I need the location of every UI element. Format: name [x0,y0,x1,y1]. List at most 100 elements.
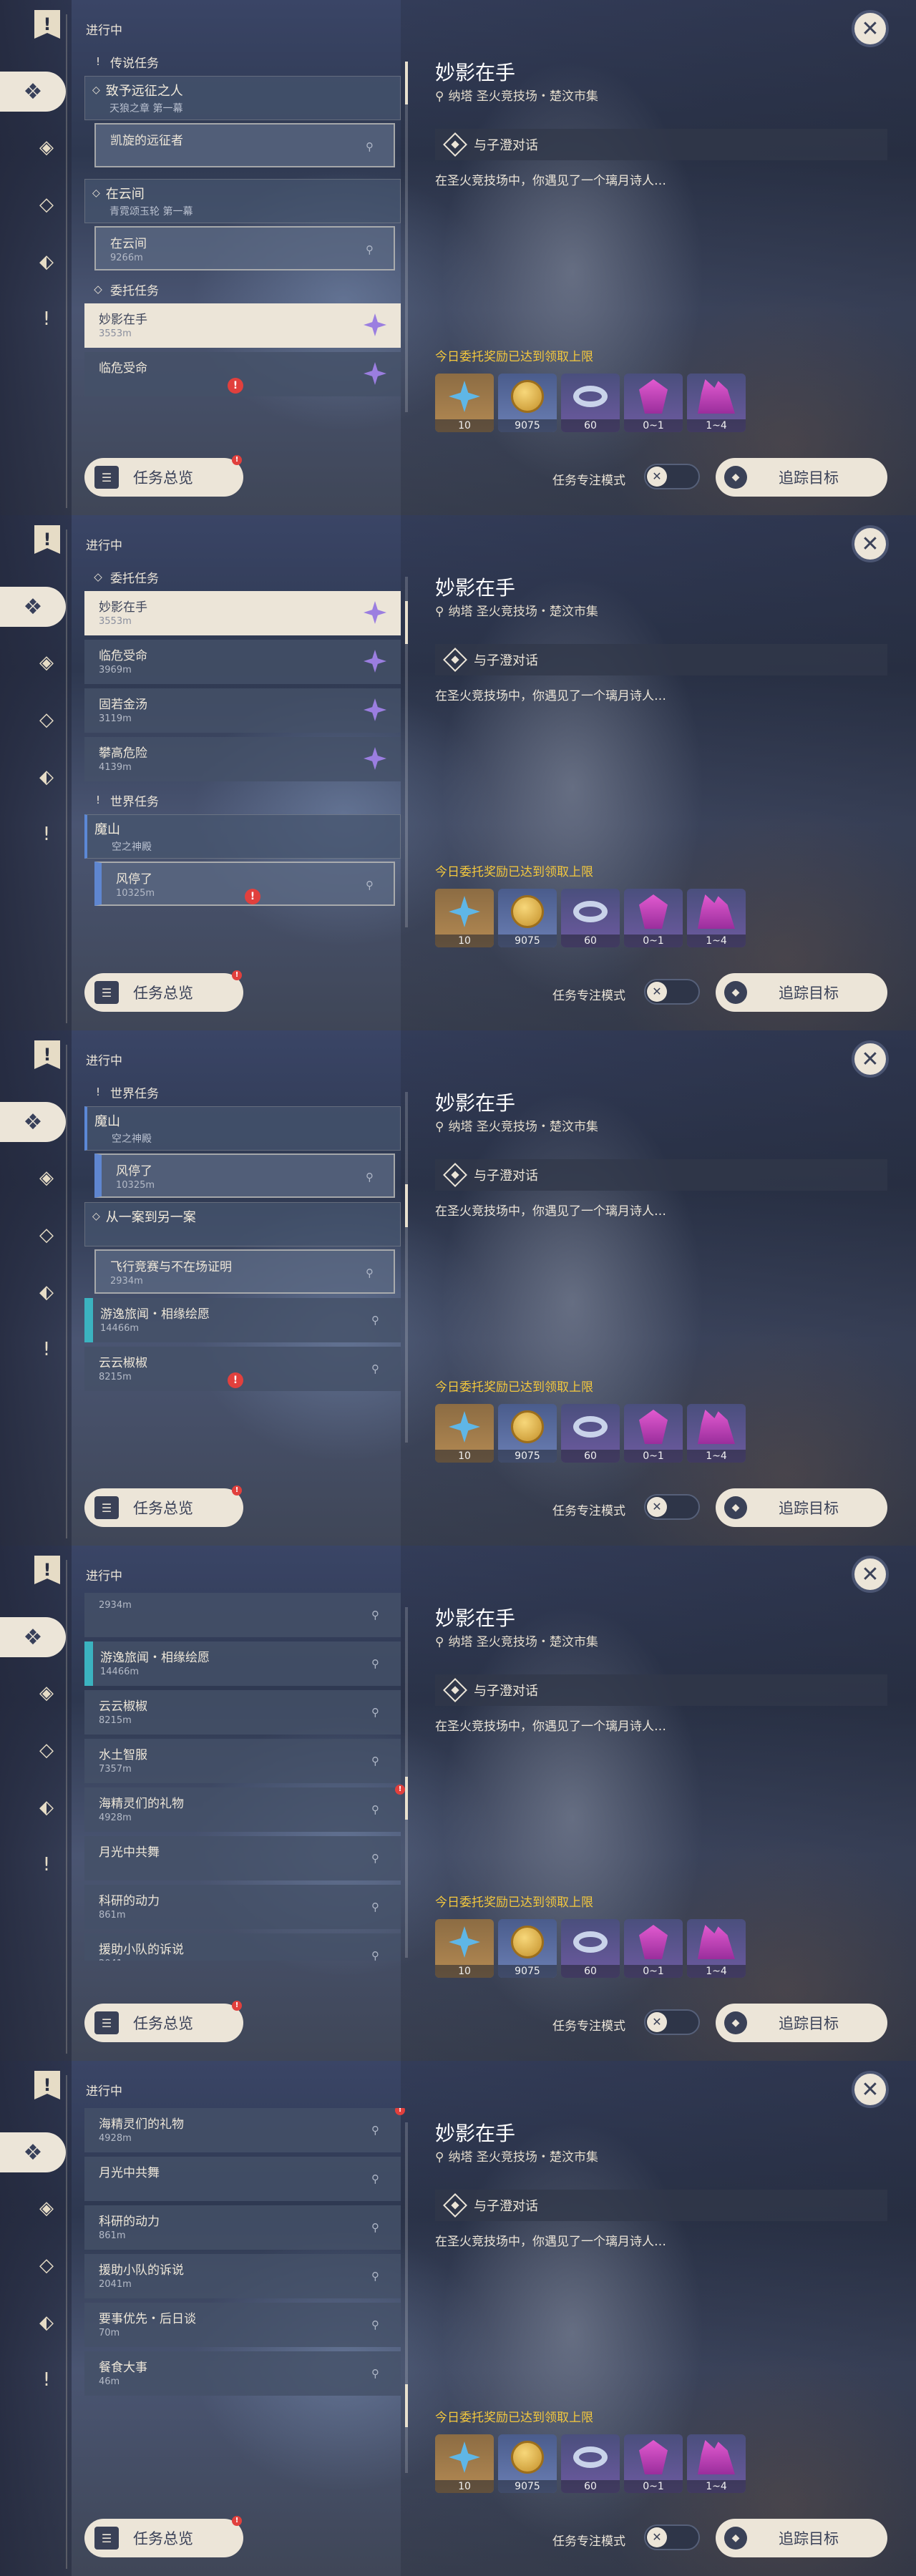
reward-item[interactable]: 10 [435,2434,494,2493]
reward-item[interactable]: 9075 [498,889,557,947]
quest-item[interactable]: 游逸旅闻・相缘绘愿 14466m ⚲ [84,1298,401,1342]
location-pin-icon[interactable]: ⚲ [371,1949,379,1961]
reward-item[interactable]: 9075 [498,374,557,432]
location-pin-icon[interactable]: ⚲ [371,1755,379,1767]
location-pin-icon[interactable]: ⚲ [366,879,374,892]
quest-item[interactable]: 科研的动力 861m ⚲ [84,2205,401,2250]
quest-item[interactable]: 飞行竞赛与不在场证明 2934m ⚲ [94,1249,395,1294]
commission-quest-icon[interactable]: ⬖ [32,1278,61,1307]
location-pin-icon[interactable]: ⚲ [371,1609,379,1621]
sidebar-tab-all-quests[interactable]: ❖ [0,587,66,627]
reward-item[interactable]: 0~1 [624,374,683,432]
scrollbar-thumb[interactable] [405,1776,408,1820]
location-pin-icon[interactable]: ⚲ [366,1171,374,1184]
reward-item[interactable]: 60 [561,1919,620,1978]
location-pin-icon[interactable]: ⚲ [371,1314,379,1327]
track-objective-button[interactable]: ◆ 追踪目标 [716,458,887,497]
archon-quest-icon[interactable]: ◈ [32,1679,61,1707]
archon-quest-icon[interactable]: ◈ [32,648,61,677]
track-objective-button[interactable]: ◆ 追踪目标 [716,1488,887,1527]
quest-item[interactable]: 2934m ⚲ [84,1593,401,1637]
quest-group[interactable]: ◇ 致予远征之人 天狼之章 第一幕 [84,76,401,120]
quest-list-scrollbar[interactable] [405,1607,408,1958]
quest-list[interactable]: ! 世界任务 魔山 空之神殿 风停了 10325m ⚲ ◇ 从一案到另一案 飞行竞赛与不在场证明 2… [84,1078,406,1445]
location-pin-icon[interactable]: ⚲ [371,1362,379,1375]
quest-item[interactable]: 云云椒椒 8215m ⚲! [84,1347,401,1391]
location-pin-icon[interactable]: ⚲ [371,2318,379,2331]
focus-mode-toggle[interactable]: ✕ [644,464,700,489]
quest-bookmark-icon[interactable]: ! [34,1040,60,1069]
quest-group[interactable]: 魔山 空之神殿 [84,814,401,859]
quest-item[interactable]: 援助小队的诉说2041m⚲ [84,2254,401,2298]
quest-item[interactable]: 月光中共舞 ⚲ [84,1836,401,1880]
quest-item[interactable]: 月光中共舞 ⚲ [84,2157,401,2201]
reward-item[interactable]: 10 [435,1919,494,1978]
location-pin-icon[interactable]: ⚲ [371,1706,379,1719]
commission-quest-icon[interactable]: ⬖ [32,763,61,791]
reward-item[interactable]: 9075 [498,2434,557,2493]
sidebar-tab-all-quests[interactable]: ❖ [0,1102,66,1142]
scrollbar-thumb[interactable] [405,601,408,645]
quest-list[interactable]: ◇ 委托任务 妙影在手 3553m 临危受命 3969m 固若金汤 3119m 攀高危险 4139… [84,562,406,930]
quest-group[interactable]: ◇ 在云间 青霓颂玉轮 第一幕 [84,179,401,223]
reward-item[interactable]: 10 [435,1404,494,1463]
quest-item[interactable]: 科研的动力 861m ⚲ [84,1885,401,1929]
reward-item[interactable]: 1~4 [687,2434,746,2493]
track-objective-button[interactable]: ◆ 追踪目标 [716,973,887,1012]
focus-mode-toggle[interactable]: ✕ [644,2009,700,2035]
track-objective-button[interactable]: ◆ 追踪目标 [716,2004,887,2042]
quest-item[interactable]: 水土智服 7357m ⚲ [84,1739,401,1783]
quest-bookmark-icon[interactable]: ! [34,2071,60,2099]
reward-item[interactable]: 10 [435,374,494,432]
location-pin-icon[interactable]: ⚲ [366,140,374,153]
focus-mode-toggle[interactable]: ✕ [644,979,700,1005]
quest-list-scrollbar[interactable] [405,62,408,412]
reward-item[interactable]: 10 [435,889,494,947]
story-quest-icon[interactable]: ◇ [32,2251,61,2280]
quest-item[interactable]: 临危受命 3969m [84,640,401,684]
sidebar-tab-all-quests[interactable]: ❖ [0,72,66,112]
quest-item[interactable]: 凯旋的远征者 ⚲ [94,123,395,167]
location-pin-icon[interactable]: ⚲ [366,1267,374,1279]
location-pin-icon[interactable]: ⚲ [371,1852,379,1865]
world-quest-icon[interactable]: ! [32,1335,61,1364]
quest-overview-button[interactable]: ☰ 任务总览! [84,455,243,497]
reward-item[interactable]: 60 [561,1404,620,1463]
story-quest-icon[interactable]: ◇ [32,1736,61,1765]
location-pin-icon[interactable]: ⚲ [371,1901,379,1913]
location-pin-icon[interactable]: ⚲ [366,243,374,256]
scrollbar-thumb[interactable] [405,2384,408,2427]
quest-list[interactable]: 海精灵们的礼物 4928m ⚲! 月光中共舞 ⚲ 科研的动力 861m ⚲ 援助小队的诉说 204… [84,2108,406,2476]
quest-overview-button[interactable]: ☰ 任务总览! [84,2001,243,2042]
close-icon[interactable]: ✕ [852,10,889,47]
reward-item[interactable]: 0~1 [624,1404,683,1463]
close-icon[interactable]: ✕ [852,525,889,562]
location-pin-icon[interactable]: ⚲ [371,2270,379,2283]
quest-item[interactable]: 在云间 9266m ⚲ [94,226,395,270]
world-quest-icon[interactable]: ! [32,1850,61,1879]
story-quest-icon[interactable]: ◇ [32,706,61,734]
reward-item[interactable]: 60 [561,2434,620,2493]
scrollbar-thumb[interactable] [405,1184,408,1227]
quest-item[interactable]: 海精灵们的礼物 4928m ⚲! [84,1785,405,1832]
reward-item[interactable]: 1~4 [687,1919,746,1978]
quest-item[interactable]: 海精灵们的礼物 4928m ⚲! [84,2108,405,2152]
location-pin-icon[interactable]: ⚲ [371,1803,379,1816]
quest-item[interactable]: 固若金汤 3119m [84,688,401,733]
sidebar-tab-all-quests[interactable]: ❖ [0,1617,66,1657]
focus-mode-toggle[interactable]: ✕ [644,2524,700,2550]
sidebar-tab-all-quests[interactable]: ❖ [0,2132,66,2172]
story-quest-icon[interactable]: ◇ [32,190,61,219]
quest-item[interactable]: 要事优先・后日谈 70m ⚲ [84,2303,401,2347]
quest-overview-button[interactable]: ☰ 任务总览! [84,2516,243,2557]
quest-item[interactable]: 餐食大事 46m ⚲ [84,2351,401,2396]
quest-item[interactable]: 援助小队的诉说2041m⚲ [84,1933,401,1961]
quest-item-selected[interactable]: 妙影在手 3553m [84,591,401,635]
quest-group[interactable]: ◇ 从一案到另一案 [84,1202,401,1246]
quest-list-scrollbar[interactable] [405,1092,408,1443]
location-pin-icon[interactable]: ⚲ [371,2172,379,2185]
reward-item[interactable]: 0~1 [624,1919,683,1978]
quest-list[interactable]: 2934m ⚲ 游逸旅闻・相缘绘愿 14466m ⚲ 云云椒椒 8215m ⚲ 水土智服 7357… [84,1593,406,1961]
location-pin-icon[interactable]: ⚲ [371,1657,379,1670]
track-objective-button[interactable]: ◆ 追踪目标 [716,2519,887,2557]
